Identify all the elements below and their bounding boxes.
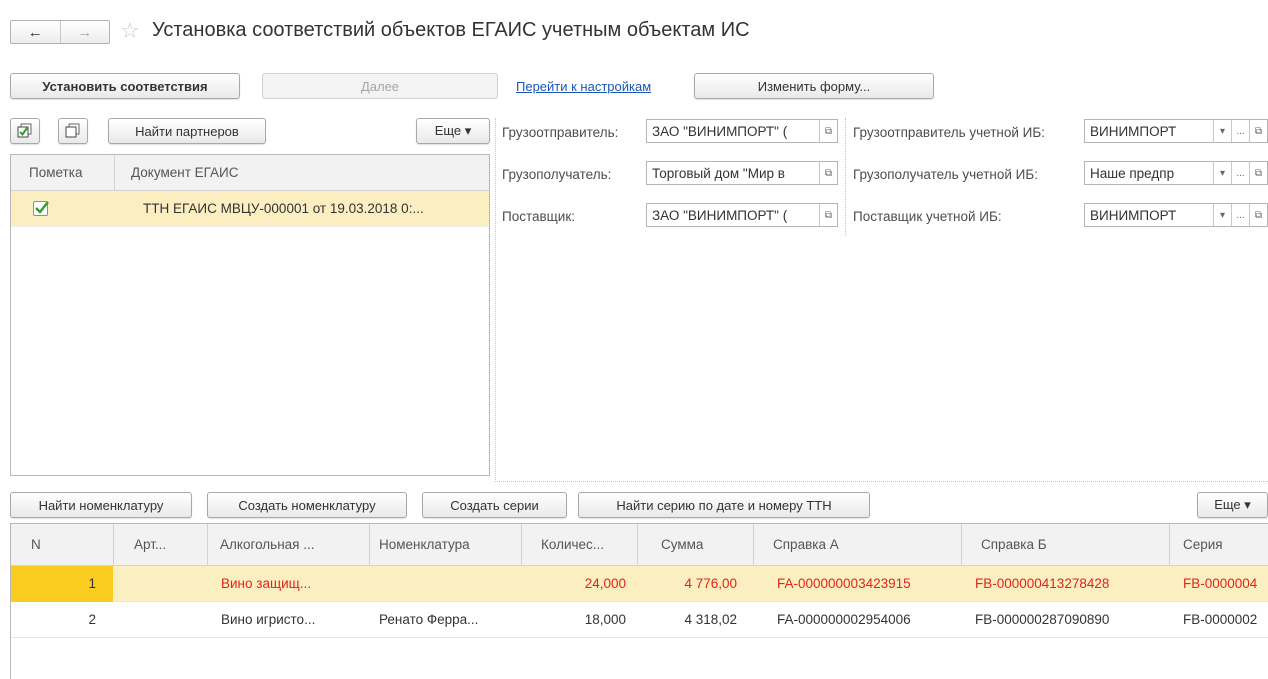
cell-alco: Вино защищ... — [221, 576, 311, 591]
shipper-label: Грузоотправитель: — [502, 125, 619, 140]
bottom-more-button[interactable]: Еще ▾ — [1197, 492, 1268, 518]
go-to-settings-link[interactable]: Перейти к настройкам — [516, 79, 651, 94]
open-icon[interactable]: ⧉ — [819, 120, 837, 142]
column-ref-a[interactable]: Справка А — [763, 524, 943, 566]
create-nomenclature-button[interactable]: Создать номенклатуру — [207, 492, 407, 518]
shipper-ib-value: ВИНИМПОРТ — [1090, 123, 1177, 139]
column-quantity[interactable]: Количес... — [531, 524, 631, 566]
table-row[interactable]: 2 Вино игристо... Ренато Ферра... 18,000… — [11, 602, 1268, 638]
page-title: Установка соответствий объектов ЕГАИС уч… — [152, 19, 750, 41]
dropdown-icon[interactable]: ▾ — [1213, 162, 1231, 184]
consignee-value: Торговый дом "Мир в — [652, 165, 785, 181]
shipper-ib-field[interactable]: ВИНИМПОРТ ▾ ... ⧉ — [1084, 119, 1268, 143]
cell-ref-b: FB-000000287090890 — [975, 612, 1110, 627]
column-art[interactable]: Арт... — [124, 524, 204, 566]
cell-nomenclature: Ренато Ферра... — [379, 612, 479, 627]
cell-series: FB-0000004 — [1183, 576, 1258, 591]
check-all-icon — [17, 123, 32, 138]
consignee-field[interactable]: Торговый дом "Мир в ⧉ — [646, 161, 838, 185]
dropdown-icon[interactable]: ▾ — [1213, 120, 1231, 142]
cell-n: 1 — [88, 576, 96, 591]
column-alco[interactable]: Алкогольная ... — [210, 524, 370, 566]
open-icon[interactable]: ⧉ — [1249, 120, 1267, 142]
uncheck-all-icon — [65, 123, 80, 138]
cell-art — [124, 602, 204, 638]
cell-quantity: 18,000 — [584, 612, 626, 627]
egais-document-cell: ТТН ЕГАИС МВЦУ-000001 от 19.03.2018 0:..… — [143, 201, 424, 216]
mark-checkbox[interactable] — [33, 201, 49, 216]
table-header: Пометка Документ ЕГАИС — [11, 155, 489, 191]
find-nomenclature-button[interactable]: Найти номенклатуру — [10, 492, 192, 518]
cell-ref-a: FA-000000002954006 — [777, 612, 911, 627]
select-icon[interactable]: ... — [1231, 204, 1249, 226]
supplier-ib-field[interactable]: ВИНИМПОРТ ▾ ... ⧉ — [1084, 203, 1268, 227]
column-egais-document[interactable]: Документ ЕГАИС — [121, 155, 239, 191]
cell-nomenclature — [379, 566, 517, 602]
checkmark-icon — [35, 201, 49, 214]
arrow-right-icon: → — [77, 23, 93, 41]
cell-n: 2 — [88, 612, 96, 627]
supplier-ib-value: ВИНИМПОРТ — [1090, 207, 1177, 223]
left-more-button[interactable]: Еще ▾ — [416, 118, 490, 144]
egais-documents-table: Пометка Документ ЕГАИС ТТН ЕГАИС МВЦУ-00… — [10, 154, 490, 476]
select-icon[interactable]: ... — [1231, 162, 1249, 184]
table-row[interactable]: ТТН ЕГАИС МВЦУ-000001 от 19.03.2018 0:..… — [11, 191, 489, 227]
open-icon[interactable]: ⧉ — [819, 162, 837, 184]
create-series-button[interactable]: Создать серии — [422, 492, 567, 518]
select-icon[interactable]: ... — [1231, 120, 1249, 142]
column-sum[interactable]: Сумма — [651, 524, 751, 566]
next-button[interactable]: Далее — [262, 73, 498, 99]
consignee-ib-field[interactable]: Наше предпр ▾ ... ⧉ — [1084, 161, 1268, 185]
uncheck-all-button[interactable] — [58, 118, 88, 144]
open-icon[interactable]: ⧉ — [1249, 162, 1267, 184]
consignee-ib-label: Грузополучатель учетной ИБ: — [853, 167, 1038, 182]
shipper-ib-label: Грузоотправитель учетной ИБ: — [853, 125, 1045, 140]
consignee-ib-value: Наше предпр — [1090, 165, 1175, 181]
dropdown-icon[interactable]: ▾ — [1213, 204, 1231, 226]
open-icon[interactable]: ⧉ — [1249, 204, 1267, 226]
cell-ref-a: FA-000000003423915 — [777, 576, 911, 591]
find-series-button[interactable]: Найти серию по дате и номеру ТТН — [578, 492, 870, 518]
supplier-field[interactable]: ЗАО "ВИНИМПОРТ" ( ⧉ — [646, 203, 838, 227]
shipper-value: ЗАО "ВИНИМПОРТ" ( — [652, 123, 788, 139]
column-nomenclature[interactable]: Номенклатура — [369, 524, 519, 566]
find-partners-button[interactable]: Найти партнеров — [108, 118, 266, 144]
supplier-label: Поставщик: — [502, 209, 575, 224]
set-matches-button[interactable]: Установить соответствия — [10, 73, 240, 99]
cell-ref-b: FB-000000413278428 — [975, 576, 1110, 591]
forward-button[interactable]: → — [59, 21, 110, 43]
favorite-star-icon[interactable]: ☆ — [120, 18, 140, 44]
open-icon[interactable]: ⧉ — [819, 204, 837, 226]
arrow-left-icon: ← — [27, 23, 43, 41]
supplier-value: ЗАО "ВИНИМПОРТ" ( — [652, 207, 788, 223]
column-mark[interactable]: Пометка — [19, 155, 82, 191]
back-button[interactable]: ← — [11, 21, 60, 43]
history-nav: ← → — [10, 20, 110, 44]
consignee-label: Грузополучатель: — [502, 167, 612, 182]
cell-alco: Вино игристо... — [221, 612, 316, 627]
cell-quantity: 24,000 — [584, 576, 626, 591]
column-n[interactable]: N — [21, 524, 111, 566]
goods-table: N Арт... Алкогольная ... Номенклатура Ко… — [10, 523, 1268, 679]
column-ref-b[interactable]: Справка Б — [971, 524, 1151, 566]
change-form-button[interactable]: Изменить форму... — [694, 73, 934, 99]
cell-art — [124, 566, 204, 602]
cell-sum: 4 776,00 — [684, 576, 737, 591]
supplier-ib-label: Поставщик учетной ИБ: — [853, 209, 1002, 224]
check-all-button[interactable] — [10, 118, 40, 144]
table-row[interactable]: 1 Вино защищ... 24,000 4 776,00 FA-00000… — [11, 566, 1268, 602]
column-series[interactable]: Серия — [1173, 524, 1268, 566]
shipper-field[interactable]: ЗАО "ВИНИМПОРТ" ( ⧉ — [646, 119, 838, 143]
table-header: N Арт... Алкогольная ... Номенклатура Ко… — [11, 524, 1268, 566]
cell-series: FB-0000002 — [1183, 612, 1258, 627]
cell-sum: 4 318,02 — [684, 612, 737, 627]
